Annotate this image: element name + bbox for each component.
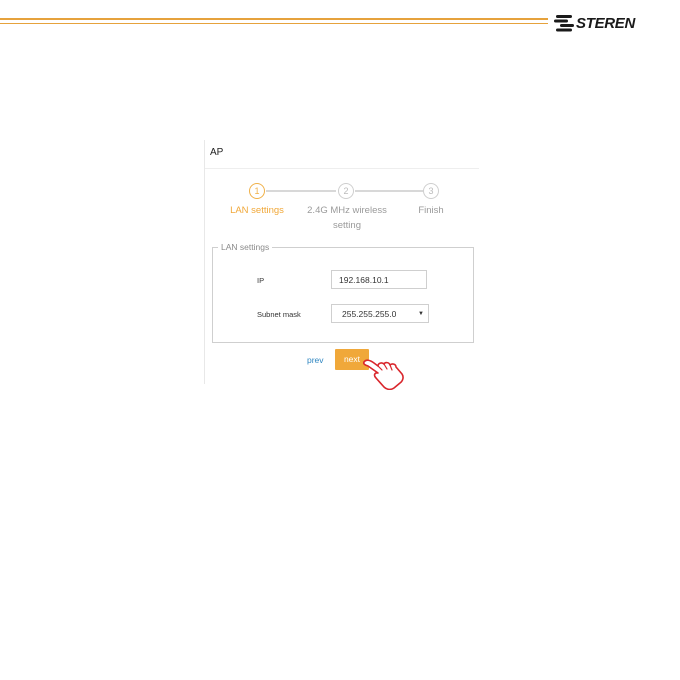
step-label-line2: setting: [333, 220, 361, 231]
ap-wizard-panel: AP 1 LAN settings 2 2.4G MHz wireless se…: [204, 140, 479, 384]
ip-input[interactable]: 192.168.10.1: [331, 270, 427, 289]
caret-down-icon: ▼: [418, 311, 424, 317]
step-number: 1: [249, 183, 265, 199]
header-rule: [0, 18, 548, 28]
hand-pointer-icon: [362, 359, 404, 390]
step-connector-2: [355, 190, 423, 192]
ip-label: IP: [257, 276, 265, 285]
step-number: 3: [423, 183, 439, 199]
subnet-mask-value: 255.255.255.0: [342, 309, 397, 319]
logo-text: STEREN: [576, 14, 636, 32]
step-label: LAN settings: [230, 205, 284, 216]
prev-button[interactable]: prev: [307, 355, 324, 365]
steren-logo: STEREN: [554, 12, 635, 34]
fieldset-legend: LAN settings: [218, 242, 273, 252]
step-connector-1: [266, 190, 336, 192]
step-label-line1: 2.4G MHz wireless: [307, 205, 387, 216]
page-title: AP: [210, 147, 224, 158]
steren-logo-icon: [554, 15, 574, 32]
subnet-mask-select[interactable]: 255.255.255.0 ▼: [331, 304, 429, 323]
subnet-mask-label: Subnet mask: [257, 310, 301, 319]
step-number: 2: [338, 183, 354, 199]
title-divider: [205, 168, 479, 169]
step-label: Finish: [418, 205, 444, 216]
lan-settings-fieldset: LAN settings IP 192.168.10.1 Subnet mask…: [212, 242, 474, 343]
